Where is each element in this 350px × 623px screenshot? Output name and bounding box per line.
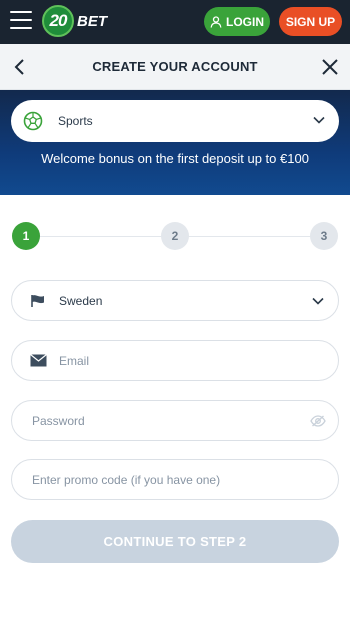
country-select[interactable]: Sweden xyxy=(11,280,339,321)
step-3: 3 xyxy=(310,222,338,250)
page-title: CREATE YOUR ACCOUNT xyxy=(92,59,258,74)
step-2: 2 xyxy=(161,222,189,250)
flag-icon xyxy=(31,295,44,307)
bonus-banner: Sports Welcome bonus on the first deposi… xyxy=(0,90,350,195)
user-icon xyxy=(210,15,222,28)
sport-selected: Sports xyxy=(58,114,93,128)
menu-icon[interactable] xyxy=(10,11,32,31)
email-placeholder: Email xyxy=(59,354,90,368)
chevron-down-icon xyxy=(313,116,325,124)
envelope-icon xyxy=(30,354,47,367)
country-value: Sweden xyxy=(59,294,103,308)
continue-label: CONTINUE TO STEP 2 xyxy=(103,534,247,549)
sport-selector[interactable]: Sports xyxy=(11,100,339,142)
logo-number: 20 xyxy=(42,5,74,37)
page-header: CREATE YOUR ACCOUNT xyxy=(0,44,350,90)
promo-code-field[interactable]: Enter promo code (if you have one) xyxy=(11,459,339,500)
chevron-down-icon xyxy=(312,297,324,305)
login-button[interactable]: LOGIN xyxy=(204,7,270,36)
close-icon[interactable] xyxy=(320,57,340,77)
bonus-text: Welcome bonus on the first deposit up to… xyxy=(41,151,309,166)
top-bar: 20 BET LOGIN SIGN UP xyxy=(0,0,350,44)
continue-button[interactable]: CONTINUE TO STEP 2 xyxy=(11,520,339,563)
password-field[interactable]: Password xyxy=(11,400,339,441)
login-label: LOGIN xyxy=(226,14,264,29)
soccer-ball-icon xyxy=(23,111,43,131)
step-1: 1 xyxy=(12,222,40,250)
promo-placeholder: Enter promo code (if you have one) xyxy=(32,473,221,487)
signup-button[interactable]: SIGN UP xyxy=(279,7,342,36)
password-placeholder: Password xyxy=(32,414,85,428)
signup-label: SIGN UP xyxy=(285,14,336,29)
logo[interactable]: 20 BET xyxy=(42,5,107,37)
logo-text: BET xyxy=(77,12,107,30)
step-indicator: 1 2 3 xyxy=(0,222,350,250)
eye-slash-icon[interactable] xyxy=(310,415,326,427)
email-field[interactable]: Email xyxy=(11,340,339,381)
